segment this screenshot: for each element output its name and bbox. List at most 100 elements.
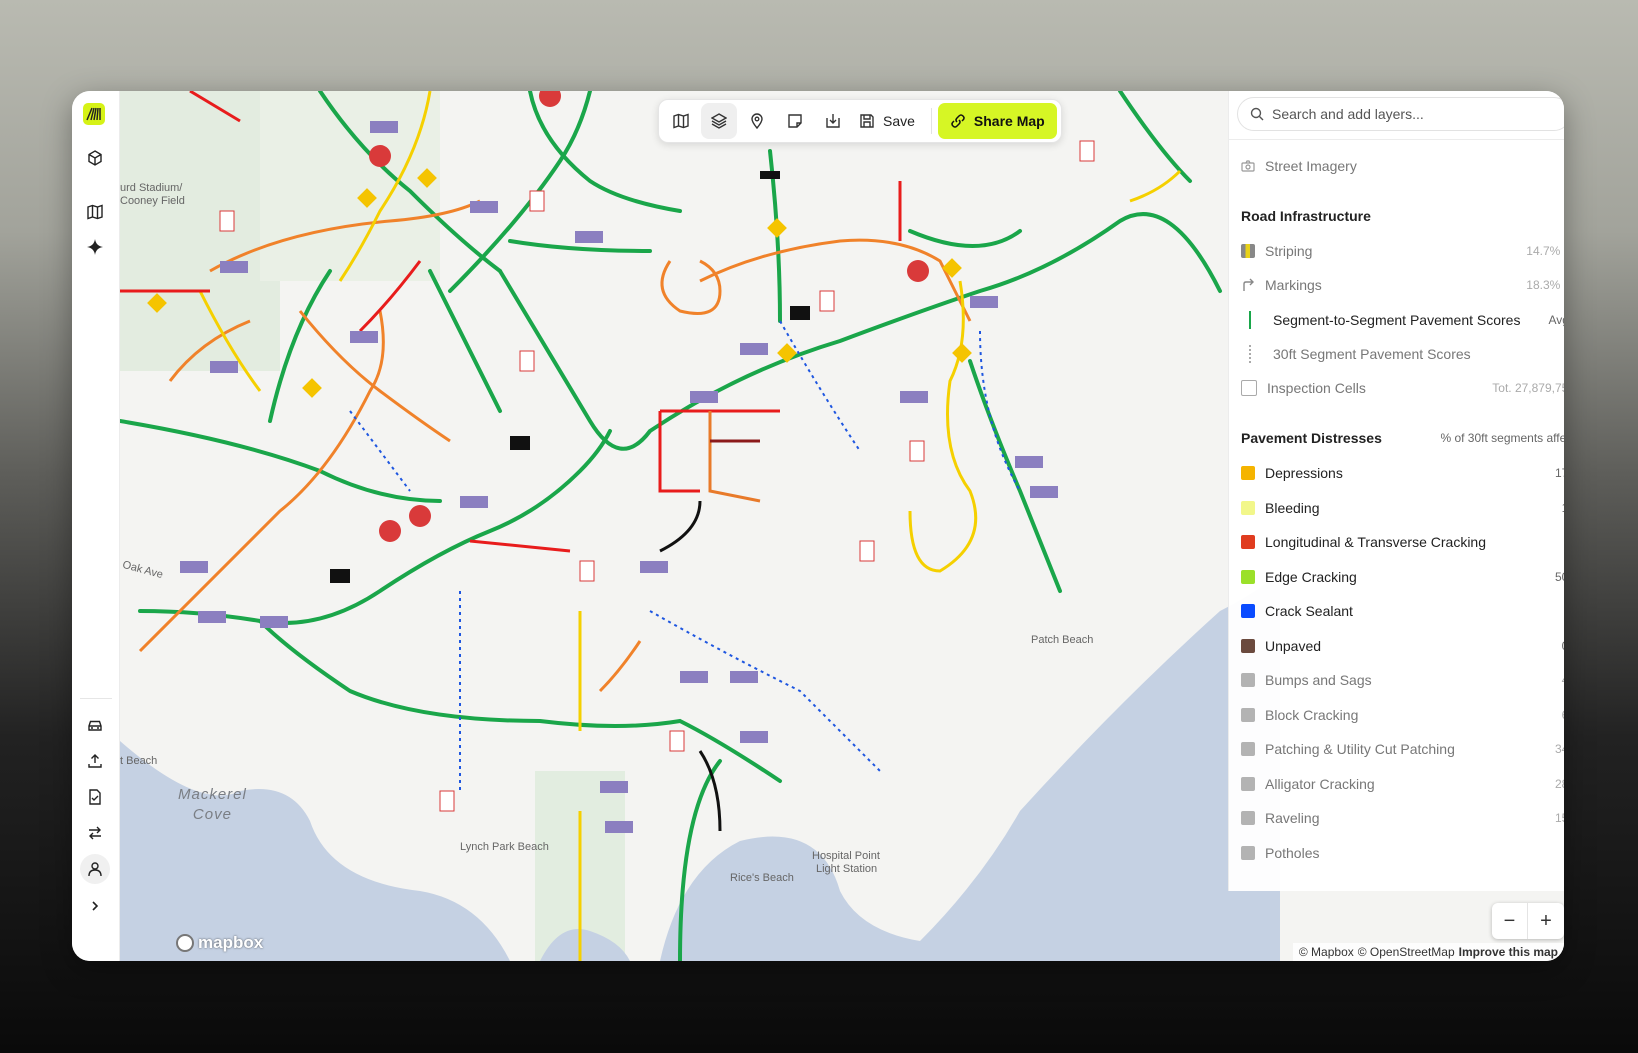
layer-value: 14.7% Poor — [1526, 244, 1564, 258]
mapbox-logo-icon — [176, 934, 194, 952]
document-check-icon[interactable] — [80, 782, 110, 812]
dotted-line-icon — [1249, 345, 1251, 363]
distress-value: 1.7% — [1562, 501, 1564, 515]
distress-label: Longitudinal & Transverse Cracking — [1265, 534, 1487, 550]
layer-markings[interactable]: Markings 18.3% Poor — [1241, 268, 1564, 302]
link-icon — [951, 114, 965, 128]
distress-label: Bumps and Sags — [1265, 672, 1372, 688]
distress-row[interactable]: Raveling 15.7% — [1241, 801, 1564, 835]
layer-30ft-scores[interactable]: 30ft Segment Pavement Scores — [1241, 337, 1564, 371]
place-label: Rice's Beach — [730, 872, 794, 884]
distress-row[interactable]: Potholes5% — [1241, 836, 1564, 870]
sparkle-icon[interactable] — [80, 232, 110, 262]
search-input[interactable] — [1272, 106, 1542, 122]
distress-label: Crack Sealant — [1265, 603, 1353, 619]
legend-swatch — [1241, 811, 1255, 825]
layers-icon[interactable] — [701, 103, 737, 139]
map-canvas[interactable]: urd Stadium/ Cooney Field Oak Ave Macker… — [120, 91, 1564, 961]
chevron-right-icon[interactable] — [80, 891, 110, 921]
distress-row[interactable]: Unpaved 0.3% — [1241, 629, 1564, 663]
section-road-infrastructure: Road Infrastructure — [1241, 199, 1564, 233]
layer-label: Striping — [1265, 243, 1313, 259]
legend-swatch — [1241, 604, 1255, 618]
legend-swatch — [1241, 776, 1255, 791]
distress-row[interactable]: Depressions 17.4% — [1241, 456, 1564, 490]
legend-swatch — [1241, 535, 1255, 549]
brand-logo[interactable] — [83, 103, 105, 125]
distress-value: 28.3% — [1554, 776, 1564, 791]
place-label: Lynch Park Beach — [460, 841, 549, 853]
distress-label: Potholes — [1265, 844, 1320, 861]
pin-icon[interactable] — [739, 103, 775, 139]
turn-arrow-icon — [1243, 278, 1254, 291]
distress-label: Raveling — [1265, 810, 1320, 826]
place-label: Hospital Point — [812, 850, 880, 862]
layer-search[interactable] — [1237, 97, 1564, 131]
share-label: Share Map — [973, 113, 1045, 129]
section-title: Road Infrastructure — [1241, 208, 1371, 224]
distress-row[interactable]: Patching & Utility Cut Patching 34.8% — [1241, 732, 1564, 766]
map-icon[interactable] — [80, 197, 110, 227]
section-pavement-distresses: Pavement Distresses % of 30ft segments a… — [1241, 421, 1564, 455]
place-label: urd Stadium/ — [120, 182, 183, 194]
layer-label: Street Imagery — [1265, 158, 1357, 174]
layer-inspection-cells[interactable]: Inspection Cells Tot. 27,879,754 ft² — [1241, 371, 1564, 405]
zoom-controls: − + — [1492, 903, 1564, 939]
distress-row[interactable]: Bleeding 1.7% — [1241, 491, 1564, 525]
attribution-mapbox[interactable]: © Mapbox — [1299, 945, 1354, 959]
distress-row[interactable]: Alligator Cracking 28.3% — [1241, 767, 1564, 801]
zoom-in-button[interactable]: + — [1528, 903, 1564, 939]
distress-value: 0.3% — [1562, 639, 1564, 653]
import-icon[interactable] — [815, 103, 851, 139]
distress-row[interactable]: Edge Cracking 50.8% — [1241, 560, 1564, 594]
improve-map-link[interactable]: Improve this map — [1459, 945, 1558, 959]
share-map-button[interactable]: Share Map — [937, 103, 1057, 139]
mapbox-logo[interactable]: mapbox — [176, 933, 263, 953]
swap-icon[interactable] — [80, 818, 110, 848]
layer-street-imagery[interactable]: Street Imagery — [1241, 149, 1564, 183]
cube-icon[interactable] — [80, 143, 110, 173]
distress-label: Depressions — [1265, 465, 1343, 481]
distress-row[interactable]: Block Cracking 6.6% — [1241, 698, 1564, 732]
map-attribution: © Mapbox © OpenStreetMap Improve this ma… — [1292, 943, 1564, 961]
layer-value: 18.3% Poor — [1526, 278, 1564, 292]
save-button[interactable]: Save — [853, 103, 925, 139]
striping-icon — [1241, 244, 1255, 258]
layer-value: Tot. 27,879,754 ft² — [1492, 381, 1564, 395]
app-window: urd Stadium/ Cooney Field Oak Ave Macker… — [72, 91, 1564, 961]
legend-swatch — [1241, 707, 1255, 722]
layer-segment-scores[interactable]: Segment-to-Segment Pavement Scores Avg. … — [1241, 303, 1564, 337]
map-icon[interactable] — [663, 103, 699, 139]
distress-label: Bleeding — [1265, 499, 1320, 516]
note-icon[interactable] — [777, 103, 813, 139]
user-icon[interactable] — [80, 854, 110, 884]
upload-icon[interactable] — [80, 746, 110, 776]
distress-value: 15.7% — [1554, 811, 1564, 825]
layer-label: Inspection Cells — [1267, 380, 1366, 396]
legend-swatch — [1241, 638, 1255, 653]
map-toolbar: Save Share Map — [658, 99, 1062, 143]
distress-row[interactable]: Longitudinal & Transverse Cracking85% — [1241, 525, 1564, 559]
distress-label: Block Cracking — [1265, 706, 1359, 723]
distress-row[interactable]: Bumps and Sags 4.5% — [1241, 663, 1564, 697]
rail-divider — [80, 698, 112, 699]
distress-row[interactable]: Crack Sealant55% — [1241, 594, 1564, 628]
search-icon — [1250, 107, 1264, 121]
car-icon[interactable] — [80, 710, 110, 740]
camera-icon — [1241, 160, 1255, 172]
layer-striping[interactable]: Striping 14.7% Poor — [1241, 234, 1564, 268]
section-title: Pavement Distresses — [1241, 430, 1382, 446]
distress-label: Alligator Cracking — [1265, 775, 1375, 792]
layer-list: Street Imagery Road Infrastructure Strip… — [1229, 140, 1564, 891]
distress-label: Unpaved — [1265, 637, 1322, 654]
attribution-osm[interactable]: © OpenStreetMap — [1358, 945, 1455, 959]
checkbox[interactable] — [1241, 380, 1257, 396]
mapbox-logo-text: mapbox — [198, 933, 264, 952]
legend-swatch — [1241, 673, 1255, 687]
place-label: Light Station — [816, 863, 878, 875]
legend-swatch — [1241, 569, 1255, 584]
layer-label: Markings — [1265, 277, 1322, 293]
layer-label: 30ft Segment Pavement Scores — [1273, 346, 1471, 362]
layer-value: Avg. 72 — [1548, 313, 1564, 327]
zoom-out-button[interactable]: − — [1492, 903, 1528, 939]
